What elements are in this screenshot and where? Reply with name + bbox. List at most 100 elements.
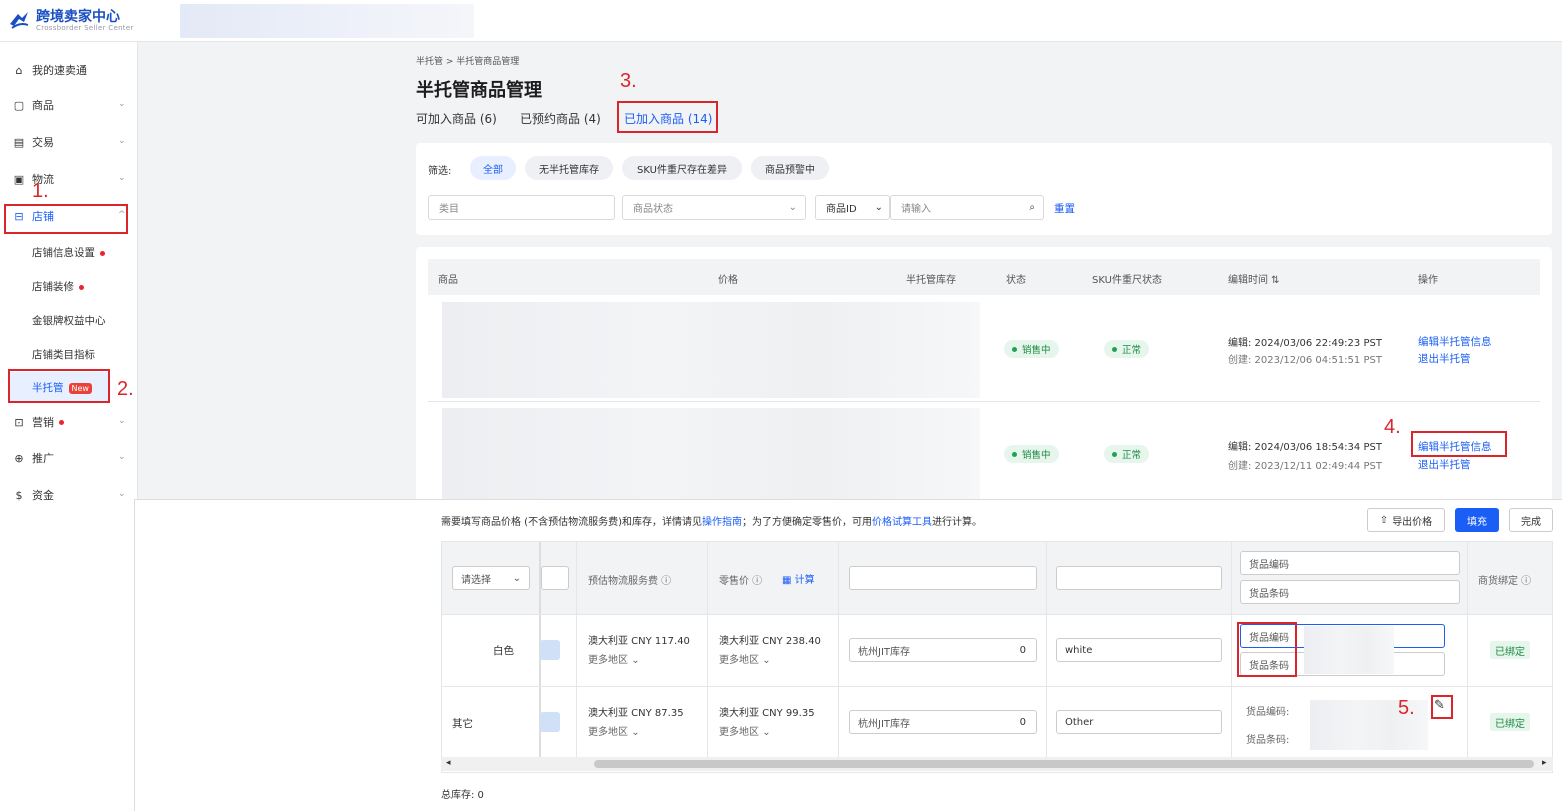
col-divider xyxy=(1046,542,1047,758)
more-regions-link[interactable]: 更多地区 ⌄ xyxy=(719,723,771,738)
filter-chip-no-stock[interactable]: 无半托管库存 xyxy=(525,156,613,180)
variant-select[interactable]: 请选择 ⌄ xyxy=(452,566,530,590)
step-label-1: 1. xyxy=(32,180,49,202)
calculator-icon: ▦ xyxy=(782,575,795,586)
chevron-down-icon: ⌄ xyxy=(631,655,640,666)
edit-semi-info-link[interactable]: 编辑半托管信息 xyxy=(1418,334,1492,349)
chevron-down-icon: ⌄ xyxy=(118,173,126,183)
more-regions-link[interactable]: 更多地区 ⌄ xyxy=(719,651,771,666)
top-bar: 跨境卖家中心 Crossborder Seller Center xyxy=(0,0,1562,42)
truck-icon: ▣ xyxy=(13,172,25,186)
scroll-left-icon[interactable]: ◂ xyxy=(446,758,451,768)
batch-stock-input[interactable] xyxy=(849,566,1037,590)
chevron-down-icon: ⌄ xyxy=(512,572,521,584)
sidebar-item-marketing[interactable]: ⊡ 营销 xyxy=(12,412,64,432)
more-regions-link[interactable]: 更多地区 ⌄ xyxy=(588,651,640,666)
scrollbar-thumb[interactable] xyxy=(594,760,1534,768)
exit-semi-link[interactable]: 退出半托管 xyxy=(1418,457,1471,472)
highlight-box-pencil xyxy=(1431,695,1453,719)
home-icon: ⌂ xyxy=(15,63,23,77)
stock-input[interactable]: 杭州JIT库存 0 xyxy=(849,710,1037,734)
search-icon: ⌕ xyxy=(1029,202,1035,213)
col-divider xyxy=(1467,542,1468,758)
stock-input[interactable]: 杭州JIT库存 0 xyxy=(849,638,1037,662)
highlight-box-semi-managed xyxy=(8,369,110,403)
batch-code-input[interactable]: 货品编码 xyxy=(1240,551,1460,575)
notice-text: 需要填写商品价格 (不含预估物流服务费)和库存，详情请见操作指南；为了方便确定零… xyxy=(441,517,982,528)
filter-chip-all[interactable]: 全部 xyxy=(470,156,516,180)
top-screenshot: 跨境卖家中心 Crossborder Seller Center ⌂ 我的速卖通 … xyxy=(0,0,1562,502)
fill-button[interactable]: 填充 xyxy=(1455,508,1499,532)
app-subtitle: Crossborder Seller Center xyxy=(36,24,134,32)
scroll-right-icon[interactable]: ▸ xyxy=(1542,758,1547,768)
col-actions: 操作 xyxy=(1418,275,1438,286)
filter-chip-sku-diff[interactable]: SKU件重尺存在差异 xyxy=(622,156,742,180)
highlight-box-joined-tab xyxy=(617,101,718,133)
blurred-product-info xyxy=(442,302,980,398)
money-icon: $ xyxy=(15,488,23,502)
highlight-box-store xyxy=(4,204,128,234)
more-regions-link[interactable]: 更多地区 ⌄ xyxy=(588,723,640,738)
notification-dot xyxy=(79,284,84,290)
exit-semi-link[interactable]: 退出半托管 xyxy=(1418,351,1471,366)
filter-chip-warning[interactable]: 商品预警中 xyxy=(751,156,829,180)
created-time: 创建: 2023/12/06 04:51:51 PST xyxy=(1228,355,1382,366)
batch-sku-input[interactable] xyxy=(1056,566,1222,590)
search-input[interactable]: 请输入 ⌕ xyxy=(890,195,1044,220)
tab-reserved[interactable]: 已预约商品 (4) xyxy=(520,110,601,127)
done-button[interactable]: 完成 xyxy=(1509,508,1553,532)
chevron-down-icon: ⌄ xyxy=(118,99,126,109)
variant-image xyxy=(540,640,560,660)
status-badge: 销售中 xyxy=(1004,340,1059,358)
breadcrumb: 半托管 > 半托管商品管理 xyxy=(416,57,520,67)
sidebar-item-promotion[interactable]: ⊕ 推广 xyxy=(12,448,54,468)
col-divider xyxy=(1231,542,1232,758)
sku-input[interactable]: white xyxy=(1056,638,1222,662)
reset-link[interactable]: 重置 xyxy=(1054,201,1075,216)
col-divider xyxy=(707,542,708,758)
id-type-select[interactable]: 商品ID ⌄ xyxy=(815,195,890,220)
row-divider xyxy=(442,686,1552,687)
chevron-down-icon: ⌄ xyxy=(118,416,126,426)
guide-link[interactable]: 操作指南 xyxy=(702,517,742,528)
col-binding: 商货绑定 ⓘ xyxy=(1478,576,1532,587)
col-edit-time[interactable]: 编辑时间 ⇅ xyxy=(1228,271,1280,286)
chevron-down-icon: ⌄ xyxy=(788,202,797,213)
bound-badge: 已绑定 xyxy=(1490,641,1530,659)
sku-status-badge: 正常 xyxy=(1104,445,1150,463)
chevron-down-icon: ⌄ xyxy=(762,655,771,666)
sidebar-item-orders[interactable]: ▤ 交易 xyxy=(12,132,54,152)
goods-code-label: 货品编码: xyxy=(1246,707,1290,718)
page-title: 半托管商品管理 xyxy=(416,80,542,101)
sidebar-item-home[interactable]: ⌂ 我的速卖通 xyxy=(12,60,88,80)
sidebar-item-funds[interactable]: $ 资金 xyxy=(12,485,55,505)
price-tool-link[interactable]: 价格试算工具 xyxy=(872,517,932,528)
batch-barcode-input[interactable]: 货品条码 xyxy=(1240,580,1460,604)
chevron-down-icon: ⌄ xyxy=(118,136,126,146)
batch-input[interactable] xyxy=(541,566,569,590)
variant-name: 白色 xyxy=(493,645,514,657)
chevron-down-icon: ⌄ xyxy=(762,727,771,738)
coupon-icon: ⊡ xyxy=(14,415,24,429)
calc-link[interactable]: ▦ 计算 xyxy=(782,571,815,586)
sidebar-sub-store-info[interactable]: 店铺信息设置 xyxy=(32,245,105,260)
status-select[interactable]: 商品状态 ⌄ xyxy=(622,195,806,220)
col-status: 状态 xyxy=(1006,275,1026,286)
col-divider xyxy=(838,542,839,758)
step-label-5: 5. xyxy=(1398,697,1415,719)
export-price-button[interactable]: ⇧ 导出价格 xyxy=(1367,508,1445,532)
total-stock: 总库存: 0 xyxy=(441,790,484,801)
col-product: 商品 xyxy=(438,275,458,286)
category-select[interactable]: 类目 xyxy=(428,195,615,220)
product-icon: ▢ xyxy=(13,98,25,112)
sidebar-sub-store-decor[interactable]: 店铺装修 xyxy=(32,279,84,294)
sidebar-item-products[interactable]: ▢ 商品 xyxy=(12,95,54,115)
sidebar-sub-category-metrics[interactable]: 店铺类目指标 xyxy=(32,347,95,362)
chevron-down-icon: ⌄ xyxy=(118,489,126,499)
col-divider xyxy=(576,542,577,758)
sidebar-sub-gold-silver[interactable]: 金银牌权益中心 xyxy=(32,313,106,328)
tab-available[interactable]: 可加入商品 (6) xyxy=(416,110,497,127)
chevron-down-icon: ⌄ xyxy=(631,727,640,738)
sku-input[interactable]: Other xyxy=(1056,710,1222,734)
edited-time: 编辑: 2024/03/06 18:54:34 PST xyxy=(1228,442,1382,453)
